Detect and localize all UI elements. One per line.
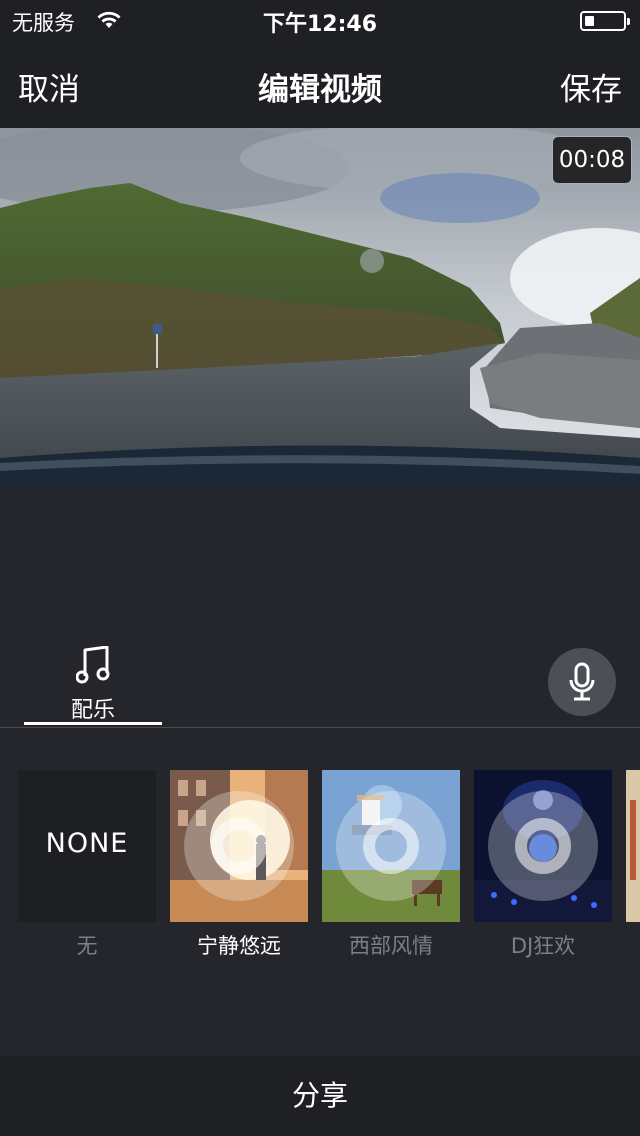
track-thumbnail: NONE [18, 770, 156, 922]
video-preview[interactable]: 00:08 [0, 128, 640, 488]
nav-bar: 取消 编辑视频 保存 [0, 40, 640, 128]
battery-level [585, 16, 594, 26]
tab-active-indicator [24, 722, 162, 725]
video-frame-image [0, 128, 640, 488]
tab-music[interactable]: 配乐 [24, 630, 162, 728]
status-bar: 无服务 下午12:46 [0, 0, 640, 40]
page-title: 编辑视频 [258, 72, 382, 108]
save-button[interactable]: 保存 [560, 64, 622, 109]
track-label: 无 [76, 934, 98, 958]
partial-track-image [626, 770, 640, 922]
status-time: 下午12:46 [262, 12, 378, 37]
track-label: 西部风情 [349, 934, 433, 958]
track-thumbnail [322, 770, 460, 922]
track-label: DJ狂欢 [510, 934, 576, 958]
disc-icon [336, 791, 446, 901]
tab-music-label: 配乐 [70, 698, 115, 723]
music-note-icon [76, 646, 110, 684]
tool-tabs: 配乐 [0, 630, 640, 728]
battery-icon [580, 11, 630, 31]
divider [0, 727, 640, 728]
track-thumbnail [474, 770, 612, 922]
disc-icon [488, 791, 598, 901]
none-text: NONE [45, 828, 129, 859]
disc-icon [184, 791, 294, 901]
battery-nub [627, 18, 630, 25]
track-label-selected: 宁静悠远 [197, 934, 281, 958]
video-duration: 00:08 [552, 136, 632, 184]
share-button[interactable]: 分享 [0, 1056, 640, 1136]
microphone-icon [569, 662, 595, 701]
microphone-button[interactable] [548, 648, 616, 716]
track-thumbnail [626, 770, 640, 922]
track-thumbnail-selected [170, 770, 308, 922]
soundtrack-list: NONE 无 宁静悠远 西部风情 DJ狂欢 [0, 770, 640, 960]
